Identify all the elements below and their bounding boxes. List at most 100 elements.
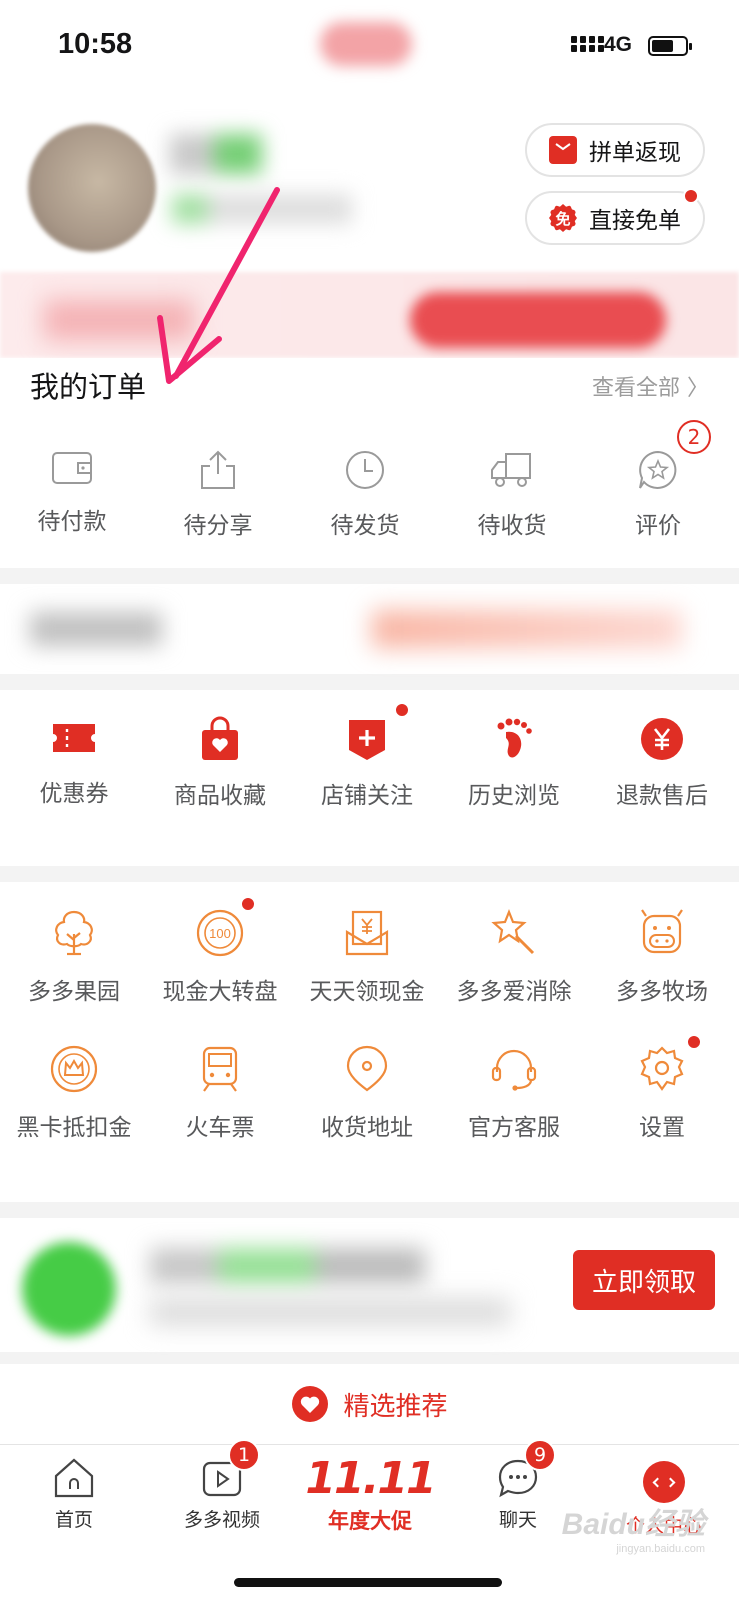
tab-video-label: 多多视频 bbox=[183, 1509, 260, 1531]
ad-banner: 立即领取 bbox=[0, 1218, 739, 1352]
battery-icon bbox=[648, 36, 692, 56]
blurred-ad-logo bbox=[22, 1242, 116, 1336]
recommend-header: 精选推荐 bbox=[0, 1364, 739, 1444]
status-bar: 10:58 4G bbox=[0, 0, 739, 96]
watermark-url: jingyan.baidu.com bbox=[616, 1543, 705, 1555]
blurred-promo-text bbox=[44, 300, 194, 340]
black-card-label: 黑卡抵扣金 bbox=[16, 1115, 132, 1141]
order-pending-receipt[interactable]: 待收货 bbox=[452, 448, 572, 540]
gear-icon bbox=[640, 1046, 684, 1091]
pindan-cashback-label: 拼单返现 bbox=[589, 140, 681, 166]
crown-coin-icon bbox=[50, 1045, 98, 1093]
double-eleven-logo: 11.11 bbox=[305, 1453, 436, 1504]
direct-free-order-label: 直接免单 bbox=[589, 208, 681, 234]
me-icon bbox=[643, 1461, 685, 1503]
notification-dot bbox=[683, 188, 699, 204]
share-icon bbox=[201, 450, 235, 489]
blurred-info-banner[interactable] bbox=[0, 584, 739, 674]
claim-now-button[interactable]: 立即领取 bbox=[573, 1250, 715, 1310]
tab-promotion[interactable]: 11.11 年度大促 bbox=[300, 1453, 440, 1535]
cow-icon bbox=[641, 909, 683, 954]
settings-entry[interactable]: 设置 bbox=[588, 1044, 736, 1142]
coupon-icon bbox=[53, 724, 95, 752]
tab-video[interactable]: 多多视频 bbox=[152, 1455, 292, 1532]
pindan-cashback-button[interactable]: 拼单返现 bbox=[525, 123, 705, 177]
chat-badge: 9 bbox=[524, 1439, 556, 1471]
profile-header: 拼单返现 免 直接免单 bbox=[0, 96, 739, 358]
tab-home[interactable]: 首页 bbox=[4, 1455, 144, 1532]
wallet-icon bbox=[52, 452, 92, 484]
black-card-entry[interactable]: 黑卡抵扣金 bbox=[0, 1044, 148, 1142]
svg-text:100: 100 bbox=[209, 926, 231, 941]
blurred-banner-text bbox=[30, 612, 162, 646]
history-label: 历史浏览 bbox=[468, 783, 560, 809]
favorites-entry[interactable]: 商品收藏 bbox=[146, 716, 294, 810]
refund-entry[interactable]: 退款售后 bbox=[588, 716, 736, 810]
my-orders-title: 我的订单 bbox=[30, 370, 147, 404]
home-indicator bbox=[234, 1578, 502, 1587]
cash-wheel-entry[interactable]: 100 现金大转盘 bbox=[146, 908, 294, 1006]
headset-icon bbox=[491, 1049, 537, 1091]
order-pending-shipment[interactable]: 待发货 bbox=[305, 448, 425, 540]
favorites-label: 商品收藏 bbox=[174, 783, 266, 809]
store-follow-icon bbox=[349, 720, 385, 760]
clock-icon bbox=[346, 451, 384, 489]
signal-icon bbox=[571, 36, 604, 43]
train-ticket-label: 火车票 bbox=[185, 1115, 255, 1141]
ranch-label: 多多牧场 bbox=[616, 979, 708, 1005]
refund-icon bbox=[641, 718, 683, 760]
order-label: 待分享 bbox=[183, 513, 253, 539]
blurred-username bbox=[170, 134, 262, 174]
direct-free-order-button[interactable]: 免 直接免单 bbox=[525, 191, 705, 245]
star-wand-icon bbox=[491, 909, 535, 955]
blurred-ad-subtitle bbox=[150, 1298, 510, 1326]
review-icon bbox=[639, 450, 677, 489]
video-badge: 1 bbox=[228, 1439, 260, 1471]
tree-icon bbox=[55, 910, 93, 956]
eliminate-game-entry[interactable]: 多多爱消除 bbox=[440, 908, 588, 1006]
truck-icon bbox=[491, 453, 531, 487]
baidu-watermark: Baidu经验 jingyan.baidu.com bbox=[562, 1499, 705, 1555]
store-follow-entry[interactable]: 店铺关注 bbox=[293, 716, 441, 810]
order-pending-share[interactable]: 待分享 bbox=[158, 448, 278, 540]
order-review[interactable]: 评价 bbox=[598, 448, 718, 540]
services-grid: 多多果园 100 现金大转盘 天天领现金 多多爱消除 多多牧场 黑卡抵扣金 火车… bbox=[0, 882, 739, 1202]
location-icon bbox=[346, 1045, 388, 1092]
history-entry[interactable]: 历史浏览 bbox=[440, 716, 588, 810]
shortcut-tools: 优惠券 商品收藏 店铺关注 历史浏览 退款售后 bbox=[0, 690, 739, 866]
daily-cash-label: 天天领现金 bbox=[309, 979, 425, 1005]
coupons-label: 优惠券 bbox=[39, 781, 109, 807]
notification-dot bbox=[686, 1034, 702, 1050]
train-ticket-entry[interactable]: 火车票 bbox=[146, 1044, 294, 1142]
customer-service-entry[interactable]: 官方客服 bbox=[440, 1044, 588, 1142]
orchard-entry[interactable]: 多多果园 bbox=[0, 908, 148, 1006]
my-orders-section: 我的订单 查看全部 〉 待付款 待分享 待发货 待收货 评价 2 bbox=[0, 358, 739, 568]
blurred-ad-title bbox=[150, 1248, 425, 1284]
daily-cash-entry[interactable]: 天天领现金 bbox=[293, 908, 441, 1006]
home-icon bbox=[54, 1458, 94, 1498]
train-icon bbox=[202, 1046, 238, 1092]
refund-label: 退款售后 bbox=[616, 783, 708, 809]
order-pending-payment[interactable]: 待付款 bbox=[12, 448, 132, 536]
order-label: 待付款 bbox=[37, 509, 107, 535]
order-label: 评价 bbox=[635, 513, 681, 539]
ranch-entry[interactable]: 多多牧场 bbox=[588, 908, 736, 1006]
order-label: 待收货 bbox=[477, 513, 547, 539]
recommend-title: 精选推荐 bbox=[343, 1391, 448, 1422]
cash-wheel-label: 现金大转盘 bbox=[162, 979, 278, 1005]
free-badge-icon: 免 bbox=[549, 204, 577, 232]
blurred-promo-button[interactable] bbox=[410, 292, 666, 348]
wheel-icon: 100 bbox=[196, 909, 244, 957]
address-entry[interactable]: 收货地址 bbox=[293, 1044, 441, 1142]
eliminate-game-label: 多多爱消除 bbox=[456, 979, 572, 1005]
notification-dot bbox=[240, 896, 256, 912]
review-count-badge: 2 bbox=[677, 420, 711, 454]
coupons-entry[interactable]: 优惠券 bbox=[0, 716, 148, 808]
tab-promotion-label: 年度大促 bbox=[328, 1509, 412, 1533]
avatar[interactable] bbox=[28, 124, 156, 252]
favorite-bag-icon bbox=[202, 716, 238, 760]
see-all-orders-link[interactable]: 查看全部 〉 bbox=[592, 370, 709, 402]
bottom-tab-bar: 首页 多多视频 1 11.11 年度大促 聊天 9 个人中心 Baidu经验 j… bbox=[0, 1439, 739, 1600]
watermark-brand: Baidu经验 bbox=[561, 1508, 705, 1541]
notification-dot bbox=[394, 702, 410, 718]
